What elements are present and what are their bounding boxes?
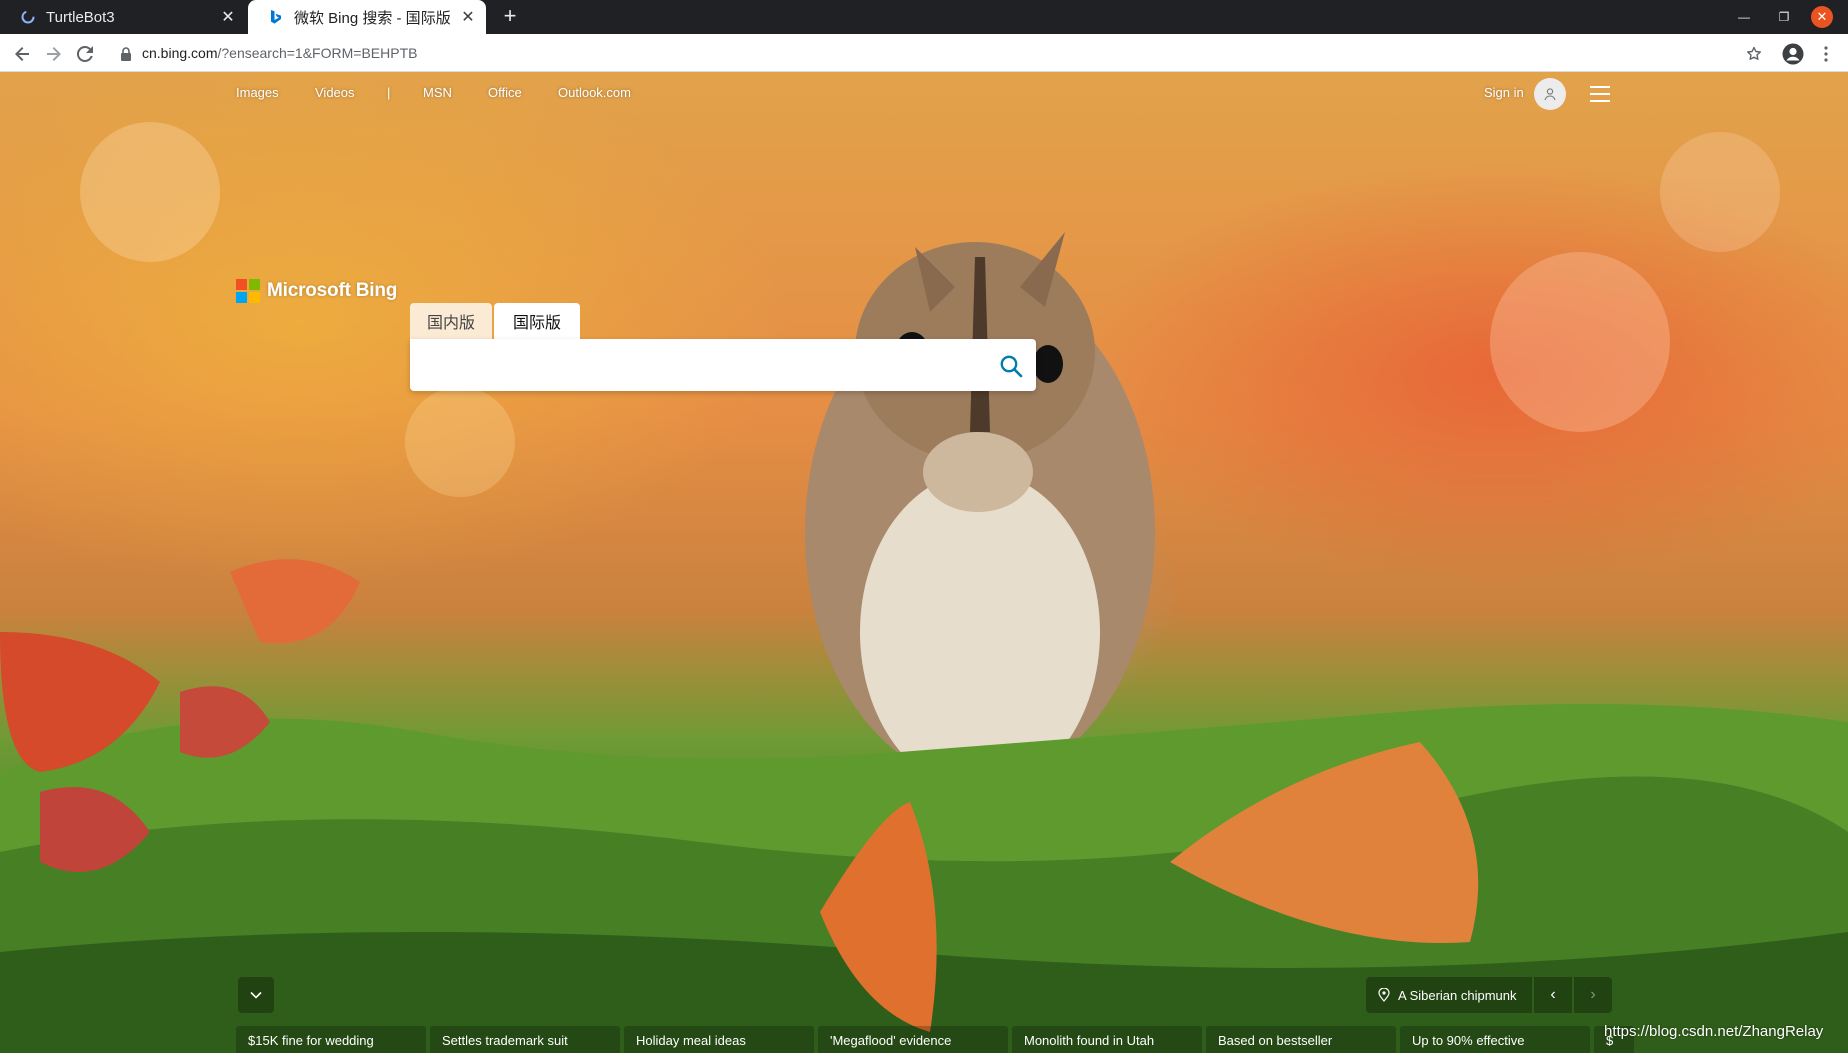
next-image-icon[interactable]: › — [1574, 977, 1612, 1013]
background-photo-chipmunk — [0, 122, 1848, 1053]
browser-menu-icon[interactable] — [1813, 41, 1839, 67]
search-input[interactable] — [426, 351, 986, 379]
back-arrow-icon[interactable] — [9, 41, 35, 67]
nav-msn-link[interactable]: MSN — [423, 85, 452, 100]
search-box — [410, 339, 1036, 391]
loading-spinner-icon — [20, 9, 36, 25]
tab-turtlebot3[interactable]: TurtleBot3 ✕ — [0, 0, 246, 34]
url-path: /?ensearch=1&FORM=BEHPTB — [217, 45, 418, 61]
logo-text: Microsoft Bing — [267, 280, 398, 301]
nav-videos-link[interactable]: Videos — [315, 85, 355, 100]
caption-text: A Siberian chipmunk — [1398, 987, 1517, 1003]
close-tab-icon[interactable]: ✕ — [458, 7, 478, 27]
address-bar[interactable]: cn.bing.com/?ensearch=1&FORM=BEHPTB — [142, 44, 417, 62]
nav-office-link[interactable]: Office — [488, 85, 522, 100]
logo-square-red — [236, 279, 247, 290]
profile-avatar-icon[interactable] — [1780, 41, 1806, 67]
minimize-window-icon[interactable]: — — [1732, 0, 1756, 34]
hamburger-menu-icon[interactable] — [1590, 86, 1612, 102]
logo-square-yellow — [249, 292, 260, 303]
news-item[interactable]: 'Megaflood' evidence — [818, 1026, 1008, 1053]
tab-title: TurtleBot3 — [46, 8, 115, 26]
user-avatar-icon[interactable] — [1534, 78, 1566, 110]
microsoft-bing-logo[interactable]: Microsoft Bing — [236, 278, 397, 304]
close-tab-icon[interactable]: ✕ — [218, 7, 238, 27]
bing-homepage: Images Videos | MSN Office Outlook.com S… — [0, 72, 1848, 1053]
nav-outlook-link[interactable]: Outlook.com — [558, 85, 631, 100]
news-item[interactable]: Based on bestseller — [1206, 1026, 1396, 1053]
location-pin-icon — [1378, 988, 1390, 1002]
chevron-down-icon[interactable] — [238, 977, 274, 1013]
browser-toolbar: cn.bing.com/?ensearch=1&FORM=BEHPTB — [0, 34, 1848, 72]
image-caption[interactable]: A Siberian chipmunk — [1366, 977, 1532, 1013]
news-item[interactable]: Settles trademark suit — [430, 1026, 620, 1053]
watermark-text: https://blog.csdn.net/ZhangRelay — [1604, 1023, 1824, 1040]
browser-tabstrip: TurtleBot3 ✕ 微软 Bing 搜索 - 国际版 ✕ + — ❐ ✕ — [0, 0, 1848, 34]
tab-bing[interactable]: 微软 Bing 搜索 - 国际版 ✕ — [248, 0, 486, 34]
bing-top-nav: Images Videos | MSN Office Outlook.com — [0, 85, 1848, 107]
logo-square-green — [249, 279, 260, 290]
bing-favicon-icon — [268, 9, 284, 25]
restore-window-icon[interactable]: ❐ — [1772, 0, 1796, 34]
previous-image-icon[interactable]: ‹ — [1534, 977, 1572, 1013]
news-item[interactable]: Monolith found in Utah — [1012, 1026, 1202, 1053]
bookmark-star-icon[interactable] — [1741, 41, 1767, 67]
tab-title: 微软 Bing 搜索 - 国际版 — [294, 9, 451, 27]
tab-domestic[interactable]: 国内版 — [410, 303, 492, 339]
nav-images-link[interactable]: Images — [236, 85, 279, 100]
search-icon[interactable] — [996, 351, 1026, 381]
news-item[interactable]: Up to 90% effective — [1400, 1026, 1590, 1053]
url-host: cn.bing.com — [142, 45, 218, 61]
logo-square-blue — [236, 292, 247, 303]
microsoft-logo-icon — [236, 279, 260, 303]
reload-icon[interactable] — [72, 41, 98, 67]
lock-icon[interactable] — [120, 47, 132, 61]
nav-separator: | — [387, 85, 391, 100]
new-tab-button[interactable]: + — [498, 5, 522, 29]
forward-arrow-icon[interactable] — [41, 41, 67, 67]
news-item[interactable]: Holiday meal ideas — [624, 1026, 814, 1053]
close-window-icon[interactable]: ✕ — [1811, 6, 1833, 28]
sign-in-link[interactable]: Sign in — [1484, 85, 1524, 100]
tab-international[interactable]: 国际版 — [494, 303, 580, 339]
news-item[interactable]: $15K fine for wedding — [236, 1026, 426, 1053]
